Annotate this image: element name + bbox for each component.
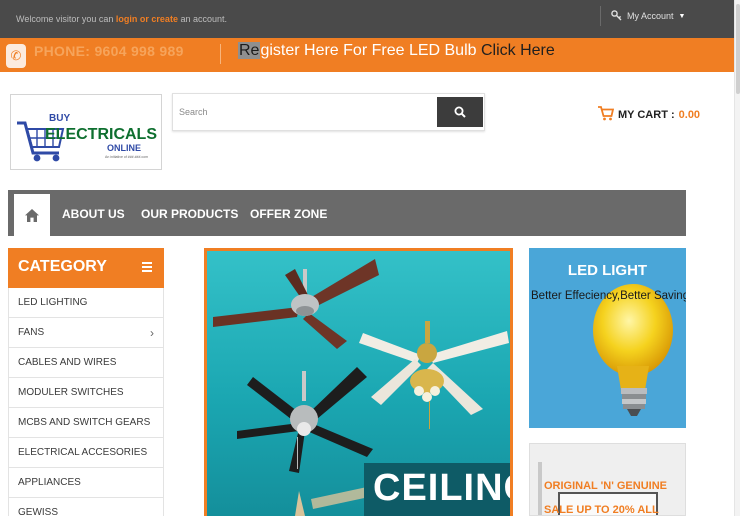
banner-divider (220, 44, 221, 64)
register-text: gister Here For Free LED Bulb (260, 42, 477, 59)
top-bar: Welcome visitor you can login or create … (0, 0, 740, 38)
promo-banner: ✆ PHONE: 9604 998 989 Register Here For … (0, 38, 740, 72)
logo-buy-text: BUY (49, 113, 70, 124)
chevron-right-icon: › (150, 326, 154, 340)
led-light-title: LED LIGHT (567, 262, 648, 279)
phone-number: PHONE: 9604 998 989 (34, 43, 184, 59)
category-item-fans[interactable]: FANS › (8, 318, 164, 348)
register-highlight: Re (238, 42, 261, 59)
category-item-label: MCBS AND SWITCH GEARS (18, 417, 151, 428)
nav-about-us[interactable]: ABOUT US (62, 207, 125, 221)
welcome-prefix: Welcome visitor you can (16, 14, 114, 24)
category-item-gewiss[interactable]: GEWISS (8, 498, 164, 516)
category-item-cables-and-wires[interactable]: CABLES AND WIRES (8, 348, 164, 378)
sale-promo-banner[interactable]: ORIGINAL 'N' GENUINE SALE UP TO 20% ALL (529, 443, 686, 516)
search-box (172, 93, 485, 131)
create-account-link[interactable]: create (151, 14, 178, 24)
hamburger-icon[interactable] (142, 262, 152, 274)
site-logo[interactable]: BUY ELECTRICALS ONLINE An initiative of … (10, 94, 162, 170)
search-button[interactable] (437, 97, 483, 127)
category-item-label: GEWISS (18, 507, 59, 516)
main-nav: ABOUT US OUR PRODUCTS OFFER ZONE (8, 190, 686, 236)
category-item-label: CABLES AND WIRES (18, 357, 117, 368)
category-header[interactable]: CATEGORY (8, 248, 164, 288)
click-here-link[interactable]: Click Here (481, 42, 555, 59)
cart-amount: 0.00 (678, 108, 701, 121)
or-text: or (139, 14, 149, 24)
welcome-suffix: an account. (180, 14, 228, 24)
category-item-led-lighting[interactable]: LED LIGHTING (8, 288, 164, 318)
category-item-label: APPLIANCES (18, 477, 81, 488)
promo-decoration (538, 462, 542, 515)
phone-icon: ✆ (6, 44, 26, 68)
category-item-label: ELECTRICAL ACCESORIES (18, 447, 148, 458)
category-item-mcbs[interactable]: MCBS AND SWITCH GEARS (8, 408, 164, 438)
promo-text: ORIGINAL 'N' GENUINE SALE UP TO 20% ALL (544, 474, 667, 516)
nav-our-products[interactable]: OUR PRODUCTS (141, 207, 238, 221)
login-link[interactable]: login (116, 14, 138, 24)
key-icon (611, 9, 622, 23)
led-light-subtitle: Better Effeciency,Better Saving (531, 290, 686, 302)
category-item-label: MODULER SWITCHES (18, 387, 124, 398)
category-item-appliances[interactable]: APPLIANCES (8, 468, 164, 498)
category-list: LED LIGHTING FANS › CABLES AND WIRES MODU… (8, 288, 164, 516)
cart-label: MY CART : (618, 108, 675, 121)
fan-banner-image: CEILING (207, 251, 510, 516)
welcome-message: Welcome visitor you can login or create … (16, 14, 227, 24)
register-marquee[interactable]: Register Here For Free LED Bulb Click He… (238, 42, 555, 60)
my-cart[interactable]: MY CART : 0.00 (597, 105, 700, 124)
my-account-label: My Account (627, 11, 674, 21)
promo-line-2: SALE UP TO 20% ALL (544, 504, 659, 516)
home-icon (25, 208, 39, 222)
led-light-panel[interactable]: LED LIGHT Better Effeciency,Better Savin… (529, 248, 686, 428)
category-item-electrical-accesories[interactable]: ELECTRICAL ACCESORIES (8, 438, 164, 468)
category-item-label: LED LIGHTING (18, 297, 88, 308)
promo-line-1: ORIGINAL 'N' GENUINE (544, 480, 667, 492)
vertical-scrollbar[interactable] (734, 0, 740, 516)
shopping-cart-icon (597, 105, 615, 124)
ceiling-title: CEILING (373, 467, 510, 509)
logo-online-text: ONLINE (107, 143, 141, 153)
nav-offer-zone[interactable]: OFFER ZONE (250, 207, 327, 221)
caret-down-icon: ▼ (678, 12, 686, 20)
category-title: CATEGORY (18, 258, 107, 275)
category-item-label: FANS (18, 327, 45, 338)
search-input[interactable] (179, 101, 429, 123)
category-item-moduler-switches[interactable]: MODULER SWITCHES (8, 378, 164, 408)
nav-home[interactable] (14, 194, 50, 236)
logo-tagline: An initiative of ###.###.com (105, 155, 148, 159)
scrollbar-thumb[interactable] (736, 4, 740, 94)
logo-electricals-text: ELECTRICALS (45, 126, 157, 143)
my-account-menu[interactable]: My Account ▼ (600, 6, 685, 26)
search-icon (454, 106, 466, 118)
ceiling-fans-banner[interactable]: CEILING (204, 248, 513, 516)
